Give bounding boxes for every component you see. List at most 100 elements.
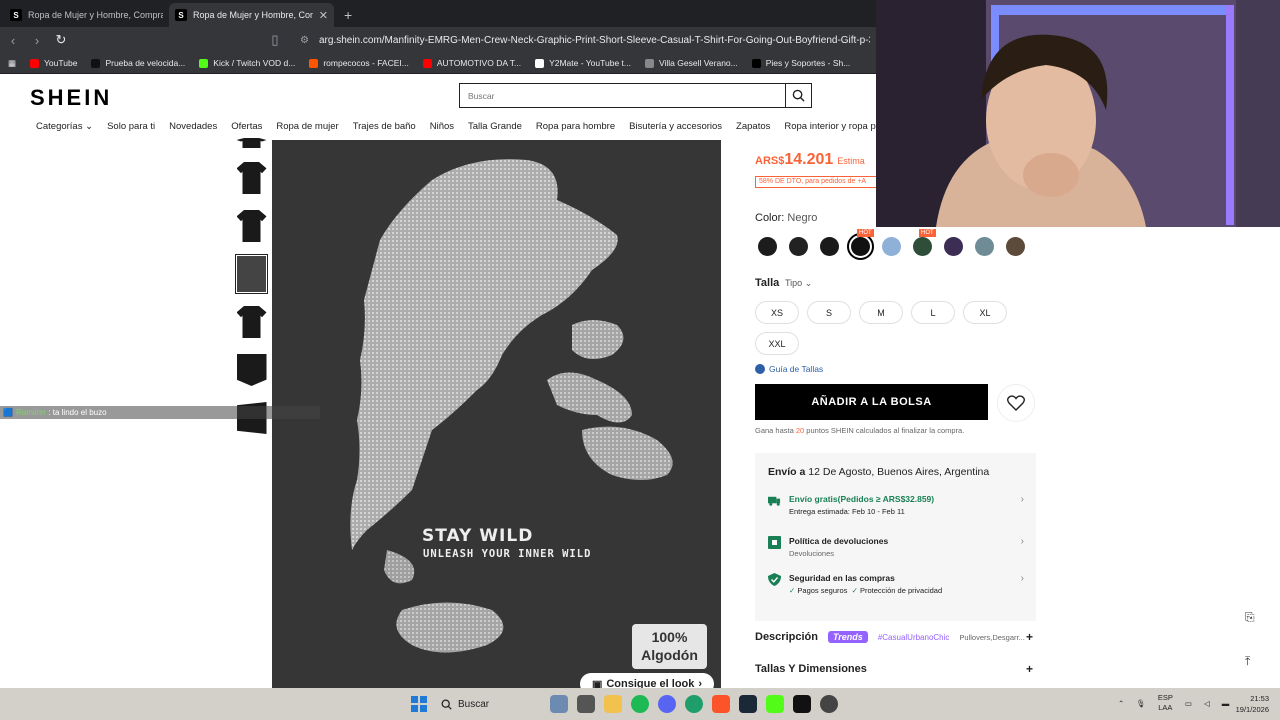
kick-icon[interactable]	[766, 695, 784, 713]
bookmark-item[interactable]: rompecocos - FACEI...	[309, 58, 409, 68]
color-swatch[interactable]	[820, 237, 839, 256]
close-tab-icon[interactable]: ✕	[319, 9, 328, 22]
expand-icon[interactable]: +	[1026, 630, 1033, 644]
expand-icon[interactable]: +	[1026, 662, 1033, 676]
color-swatch[interactable]	[944, 237, 963, 256]
browser-tab-1[interactable]: S Ropa de Mujer y Hombre, Comprar M	[4, 3, 169, 27]
size-dimensions-header[interactable]: Tallas Y Dimensiones	[755, 663, 867, 675]
spotify-icon[interactable]	[631, 695, 649, 713]
nav-item[interactable]: Novedades	[169, 121, 217, 132]
nav-item[interactable]: Trajes de baño	[353, 121, 416, 132]
bookmark-icon[interactable]: ▯	[268, 32, 282, 48]
save-page-icon[interactable]: ⎘	[1245, 610, 1255, 625]
steam-icon[interactable]	[739, 695, 757, 713]
nav-item[interactable]: Ropa de mujer	[276, 121, 338, 132]
widgets-icon[interactable]	[550, 695, 568, 713]
windows-start-icon[interactable]	[411, 696, 427, 712]
back-icon[interactable]: ‹	[6, 33, 20, 48]
security-row[interactable]: Seguridad en las compras ✓ Pagos seguros…	[768, 573, 1028, 595]
product-thumbnail[interactable]	[235, 158, 268, 198]
chevron-up-icon[interactable]: ⌃	[1118, 699, 1124, 708]
nav-item[interactable]: Solo para ti	[107, 121, 155, 132]
returns-icon	[768, 536, 781, 549]
color-swatch[interactable]	[758, 237, 777, 256]
bookmark-item[interactable]: Prueba de velocida...	[91, 58, 185, 68]
returns-row[interactable]: Política de devoluciones Devoluciones ›	[768, 536, 1028, 558]
tab-title: Ropa de Mujer y Hombre, Comp	[193, 10, 313, 20]
apps-grid-icon[interactable]: ▦	[8, 58, 16, 69]
free-shipping-row[interactable]: Envío gratis(Pedidos ≥ ARS$32.859) Entre…	[768, 494, 1028, 516]
search-input[interactable]	[460, 84, 785, 107]
nav-item[interactable]: Bisutería y accesorios	[629, 121, 722, 132]
ship-to[interactable]: Envío a 12 De Agosto, Buenos Aires, Arge…	[768, 466, 989, 478]
size-option[interactable]: XL	[963, 301, 1007, 324]
size-option[interactable]: XXL	[755, 332, 799, 355]
browser-tab-2[interactable]: S Ropa de Mujer y Hombre, Comp ✕	[169, 3, 334, 27]
obs-icon[interactable]	[820, 695, 838, 713]
product-main-image[interactable]: STAY WILD UNLEASH YOUR INNER WILD 100% A…	[272, 140, 721, 688]
nav-item[interactable]: Zapatos	[736, 121, 770, 132]
promo-tag[interactable]: 58% DE DTO, para pedidos de +A	[755, 176, 876, 188]
bookmark-item[interactable]: Villa Gesell Verano...	[644, 58, 738, 68]
tiktok-icon[interactable]	[793, 695, 811, 713]
color-swatch-selected[interactable]: HOT	[847, 229, 874, 260]
clock[interactable]: 21:53 19/1/2026	[1229, 693, 1269, 715]
volume-icon[interactable]: ◁	[1204, 699, 1210, 708]
size-type-dropdown[interactable]: Tipo ⌄	[785, 278, 812, 289]
nav-item[interactable]: Talla Grande	[468, 121, 522, 132]
color-swatch[interactable]	[1006, 237, 1025, 256]
nav-item[interactable]: Niños	[430, 121, 454, 132]
product-thumbnail-selected[interactable]	[235, 254, 268, 294]
color-swatch[interactable]	[975, 237, 994, 256]
task-view-icon[interactable]	[577, 695, 595, 713]
size-label: Talla	[755, 277, 780, 289]
size-option[interactable]: M	[859, 301, 903, 324]
nav-categories[interactable]: Categorías ⌄	[36, 121, 93, 132]
network-icon[interactable]: ▭	[1185, 699, 1192, 708]
new-tab-icon[interactable]: +	[334, 7, 362, 27]
brave-browser-icon[interactable]	[712, 695, 730, 713]
bookmark-item[interactable]: AUTOMOTIVO DA T...	[422, 58, 521, 68]
search-button[interactable]	[785, 84, 811, 107]
forward-icon[interactable]: ›	[30, 33, 44, 48]
language-indicator[interactable]: ESP LAA	[1158, 693, 1173, 713]
address-bar[interactable]: ⚙ arg.shein.com/Manfinity-EMRG-Men-Crew-…	[292, 30, 870, 50]
bookmark-item[interactable]: Y2Mate - YouTube t...	[535, 58, 631, 68]
size-option[interactable]: S	[807, 301, 851, 324]
wishlist-button[interactable]	[997, 384, 1035, 422]
color-swatch[interactable]	[789, 237, 808, 256]
url-text: arg.shein.com/Manfinity-EMRG-Men-Crew-Ne…	[318, 34, 870, 46]
product-thumbnail[interactable]	[235, 136, 268, 150]
microphone-icon[interactable]: 🎙	[1136, 699, 1146, 708]
nav-item[interactable]: Ropa para hombre	[536, 121, 615, 132]
taskbar-search[interactable]: Buscar	[441, 694, 541, 714]
shipping-panel: Envío a 12 De Agosto, Buenos Aires, Arge…	[755, 453, 1036, 621]
trends-badge[interactable]: Trends	[827, 631, 868, 643]
reload-icon[interactable]: ↻	[54, 32, 68, 48]
bookmark-item[interactable]: Kick / Twitch VOD d...	[199, 58, 295, 68]
site-info-icon[interactable]: ⚙	[300, 35, 309, 46]
color-swatch[interactable]: HOT	[913, 229, 936, 256]
chevron-right-icon: ›	[698, 678, 703, 688]
add-to-bag-button[interactable]: AÑADIR A LA BOLSA	[755, 384, 988, 420]
discord-icon[interactable]	[658, 695, 676, 713]
trend-hashtag[interactable]: #CasualUrbanoChic	[878, 633, 950, 642]
size-guide-link[interactable]: Guía de Tallas	[755, 364, 823, 374]
nav-item[interactable]: Ropa interior y ropa para dormir	[784, 121, 876, 132]
xbox-icon[interactable]	[685, 695, 703, 713]
description-header[interactable]: Descripción Trends #CasualUrbanoChic Pul…	[755, 631, 1025, 643]
size-option[interactable]: XS	[755, 301, 799, 324]
product-thumbnail[interactable]	[235, 206, 268, 246]
product-thumbnail[interactable]	[235, 350, 268, 390]
shein-logo[interactable]: SHEIN	[30, 85, 112, 111]
bookmark-item[interactable]: Pies y Soportes - Sh...	[751, 58, 850, 68]
nav-item[interactable]: Ofertas	[231, 121, 262, 132]
color-swatch[interactable]	[882, 237, 901, 256]
size-option[interactable]: L	[911, 301, 955, 324]
bookmark-item[interactable]: YouTube	[30, 58, 77, 68]
chat-username: Ramiirin	[15, 408, 46, 417]
file-explorer-icon[interactable]	[604, 695, 622, 713]
get-the-look-button[interactable]: ▣ Consigue el look ›	[580, 673, 714, 688]
product-thumbnail[interactable]	[235, 302, 268, 342]
back-to-top-icon[interactable]: ⤒	[1245, 654, 1250, 669]
